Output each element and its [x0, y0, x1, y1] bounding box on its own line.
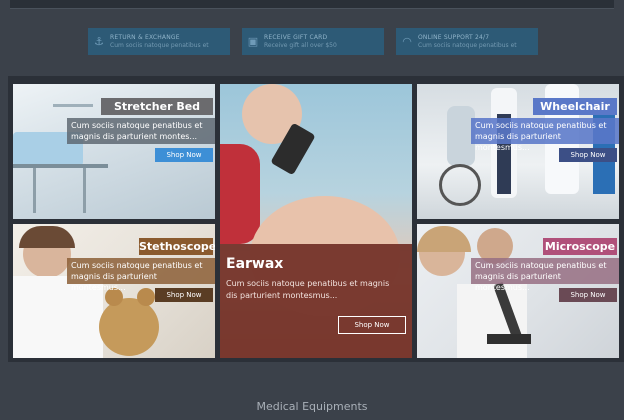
tile-description: Cum sociis natoque penatibus et magnis d…: [67, 258, 215, 292]
tile-stretcher-bed[interactable]: Stretcher Bed Cum sociis natoque penatib…: [13, 84, 215, 219]
feature-online-support[interactable]: ◠ Online Support 24/7 Cum sociis natoque…: [396, 28, 538, 55]
tile-title: Earwax: [226, 256, 284, 272]
anchor-icon: ⚓: [94, 35, 104, 48]
feature-title: Return & Exchange: [110, 33, 180, 41]
tile-title: Stretcher Bed: [101, 98, 213, 115]
tile-microscope[interactable]: Microscope Cum sociis natoque penatibus …: [417, 224, 619, 358]
feature-gift-card[interactable]: ▣ Receive Gift Card Receive gift all ove…: [242, 28, 384, 55]
shop-now-button[interactable]: Shop Now: [155, 148, 213, 162]
feature-subtitle: Receive gift all over $50: [264, 41, 337, 49]
feature-return-exchange[interactable]: ⚓ Return & Exchange Cum sociis natoque p…: [88, 28, 230, 55]
tile-description: Cum sociis natoque penatibus et magnis d…: [471, 118, 619, 152]
tile-title: Wheelchair: [533, 98, 617, 115]
shop-now-button[interactable]: Shop Now: [155, 288, 213, 302]
shop-now-button[interactable]: Shop Now: [559, 288, 617, 302]
feature-subtitle: Cum sociis natoque penatibus et: [418, 41, 517, 49]
tile-title: Microscope: [543, 238, 617, 255]
tile-title: Stethoscope: [139, 238, 215, 255]
feature-subtitle: Cum sociis natoque penatibus et: [110, 41, 209, 49]
tile-description: Cum sociis natoque penatibus et magnis d…: [226, 279, 390, 300]
category-banner-grid: Stretcher Bed Cum sociis natoque penatib…: [8, 76, 624, 362]
feature-title: Receive Gift Card: [264, 33, 328, 41]
shop-now-button[interactable]: Shop Now: [559, 148, 617, 162]
tile-stethoscope[interactable]: Stethoscope Cum sociis natoque penatibus…: [13, 224, 215, 358]
tile-wheelchair[interactable]: Wheelchair Cum sociis natoque penatibus …: [417, 84, 619, 219]
shop-now-button[interactable]: Shop Now: [338, 316, 406, 334]
wifi-icon: ◠: [402, 35, 412, 48]
feature-title: Online Support 24/7: [418, 33, 490, 41]
section-title: Medical Equipments: [256, 400, 368, 413]
gift-icon: ▣: [247, 35, 259, 48]
tile-description: Cum sociis natoque penatibus et magnis d…: [67, 118, 215, 144]
top-nav-bar: [10, 0, 614, 9]
tile-description: Cum sociis natoque penatibus et magnis d…: [471, 258, 619, 292]
tile-earwax[interactable]: Earwax Cum sociis natoque penatibus et m…: [220, 84, 412, 358]
